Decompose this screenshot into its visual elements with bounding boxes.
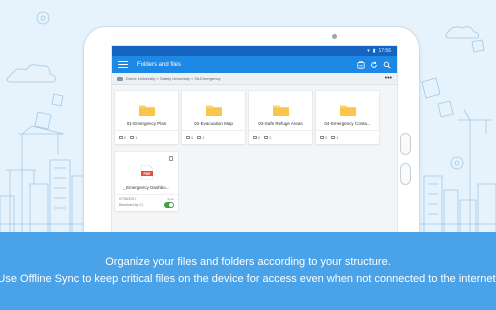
subfolder-count-icon [320, 136, 324, 139]
status-bar: ▾ ▮ 17:56 [112, 46, 397, 56]
subfolder-count-icon [186, 136, 190, 139]
file-count: 1 [336, 135, 339, 140]
folder-icon [272, 105, 289, 116]
folder-card[interactable]: 03-Safe Refuge Areas 0 1 [249, 91, 312, 144]
subfolder-count: 0 [325, 135, 328, 140]
wifi-icon: ▾ [367, 48, 370, 54]
camera-dot [332, 34, 337, 39]
caption-line-2: Use Offline Sync to keep critical files … [0, 273, 496, 285]
folder-meta: 0 1 [316, 130, 379, 144]
folder-icon [205, 105, 222, 116]
status-time: 17:56 [378, 48, 391, 54]
folder-name: 02-Evacuation Map [194, 121, 233, 126]
file-count: 1 [269, 135, 272, 140]
folder-thumbnail [249, 91, 312, 118]
more-options-icon[interactable]: ••• [385, 75, 392, 82]
folder-name: 04-Emergency Conta... [324, 121, 371, 126]
breadcrumb-path[interactable]: Dome University > Safety University > 06… [126, 76, 385, 81]
breadcrumb: Dome University > Safety University > 06… [112, 73, 397, 85]
offline-sync-icon[interactable] [357, 60, 365, 69]
file-date: 07/06/2017 [119, 197, 137, 201]
folder-card[interactable]: 04-Emergency Conta... 0 1 [316, 91, 379, 144]
file-count: 1 [202, 135, 205, 140]
tablet-device: ▾ ▮ 17:56 Folders and files Dome Univers… [84, 27, 419, 241]
subfolder-count: 0 [191, 135, 194, 140]
folder-icon [138, 105, 155, 116]
folder-card[interactable]: 02-Evacuation Map 0 1 [182, 91, 245, 144]
copy-icon[interactable] [169, 156, 173, 161]
search-icon[interactable] [383, 61, 391, 69]
file-card[interactable]: PDF _Emergency Dashbo... 07/06/2017 Rece… [115, 152, 178, 211]
folder-grid: 01-Emergency Plan 0 1 02-Evacuation Map … [112, 85, 397, 241]
file-meta: 07/06/2017 Received by Cl... Sync [115, 194, 178, 211]
folder-thumbnail [182, 91, 245, 118]
folder-meta: 0 1 [249, 130, 312, 144]
app-screen: ▾ ▮ 17:56 Folders and files Dome Univers… [111, 45, 398, 241]
folder-thumbnail [115, 91, 178, 118]
caption-banner: Organize your files and folders accordin… [0, 232, 496, 310]
subfolder-count-icon [119, 136, 123, 139]
folder-meta: 0 1 [115, 130, 178, 144]
folder-thumbnail [316, 91, 379, 118]
caption-line-1: Organize your files and folders accordin… [105, 256, 391, 268]
refresh-icon[interactable] [370, 61, 378, 69]
tablet-home-key [400, 163, 411, 185]
folder-name: 03-Safe Refuge Areas [258, 121, 303, 126]
file-count: 1 [135, 135, 138, 140]
sync-label: Sync [167, 197, 174, 201]
battery-icon: ▮ [372, 48, 376, 54]
folder-icon [117, 76, 123, 81]
file-count-icon [130, 136, 135, 139]
app-bar: Folders and files [112, 56, 397, 73]
offline-sync-toggle[interactable] [164, 202, 174, 208]
app-title: Folders and files [137, 61, 182, 68]
file-count-icon [197, 136, 202, 139]
file-name: _Emergency Dashbo... [123, 185, 170, 190]
app-bar-actions [357, 60, 391, 69]
folder-icon [339, 105, 356, 116]
pdf-file-icon: PDF [140, 165, 153, 180]
tablet-back-key [400, 133, 411, 155]
folder-card[interactable]: 01-Emergency Plan 0 1 [115, 91, 178, 144]
subfolder-count: 0 [124, 135, 127, 140]
subfolder-count: 0 [258, 135, 261, 140]
folder-meta: 0 1 [182, 130, 245, 144]
file-count-icon [264, 136, 269, 139]
pdf-badge: PDF [143, 172, 151, 176]
menu-icon[interactable] [118, 60, 128, 70]
file-count-icon [331, 136, 336, 139]
subfolder-count-icon [253, 136, 257, 139]
folder-name: 01-Emergency Plan [126, 121, 167, 126]
